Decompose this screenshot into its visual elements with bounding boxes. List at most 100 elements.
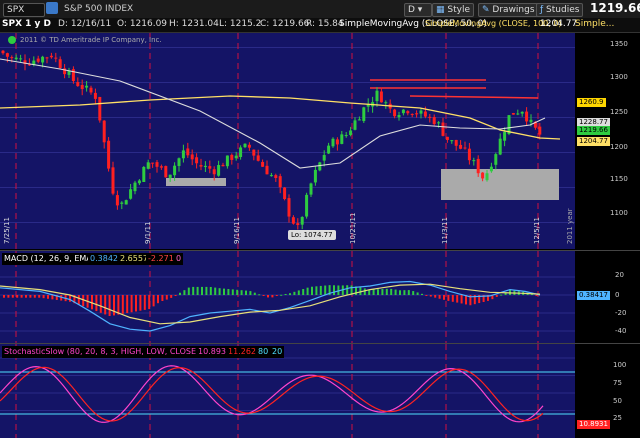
price-plot-area[interactable]: 2011 © TD Ameritrade IP Company, Inc. Lo… xyxy=(0,33,575,249)
stochastic-label: StochasticSlow (80, 20, 8, 3, HIGH, LOW,… xyxy=(2,346,224,358)
candle-body xyxy=(379,91,383,103)
macd-histogram-bar xyxy=(293,291,296,295)
macd-histogram-bar xyxy=(126,295,129,314)
stoch-overbought-value: 80 xyxy=(256,346,271,358)
y-tick: 1250 xyxy=(610,108,628,116)
macd-histogram-bar xyxy=(253,292,256,295)
studies-button[interactable]: ƒ Studies xyxy=(536,3,584,17)
macd-histogram-bar xyxy=(319,285,322,295)
macd-histogram-bar xyxy=(69,295,71,302)
symbol-description: S&P 500 INDEX xyxy=(64,4,134,14)
macd-histogram-bar xyxy=(42,295,45,299)
candle-body xyxy=(151,162,155,164)
macd-histogram-bar xyxy=(451,295,454,302)
candle-body xyxy=(181,150,185,159)
candle-body xyxy=(467,148,471,161)
candle-body xyxy=(357,119,361,121)
date-label: 7/25/11 xyxy=(3,217,11,244)
candle-body xyxy=(437,122,441,124)
y-tick: 50 xyxy=(613,397,622,405)
macd-histogram-bar xyxy=(161,295,164,301)
aggregation-dropdown[interactable]: D ▾ xyxy=(404,3,432,17)
candle-body xyxy=(208,166,212,169)
candle-body xyxy=(217,165,221,176)
macd-histogram-bar xyxy=(121,295,124,314)
macd-histogram-bar xyxy=(218,288,221,295)
macd-signal-line xyxy=(0,283,541,325)
candle-body xyxy=(441,122,445,136)
macd-histogram-bar xyxy=(157,295,159,304)
macd-histogram-bar xyxy=(130,295,133,313)
macd-histogram-bar xyxy=(297,290,300,295)
symbol-input[interactable]: SPX xyxy=(3,3,45,17)
candle-body xyxy=(300,216,304,225)
stochastic-axis[interactable]: 100 75 50 25 10.8931 xyxy=(575,344,640,438)
macd-histogram-bar xyxy=(51,295,54,300)
candle-body xyxy=(85,85,89,88)
macd-histogram-bar xyxy=(275,295,278,297)
link-icon[interactable] xyxy=(46,2,58,14)
price-panel: 2011 © TD Ameritrade IP Company, Inc. Lo… xyxy=(0,33,640,249)
candle-body xyxy=(415,113,419,115)
y-tick: 1350 xyxy=(610,40,628,48)
dropdown-label: D xyxy=(408,5,415,15)
macd-histogram-bar xyxy=(214,287,217,295)
macd-histogram-bar xyxy=(143,295,146,310)
candle-body xyxy=(538,126,542,135)
candle-body xyxy=(146,162,150,169)
macd-histogram-bar xyxy=(38,295,41,298)
macd-histogram-bar xyxy=(421,293,423,295)
stochastic-plot-area[interactable]: StochasticSlow (80, 20, 8, 3, HIGH, LOW,… xyxy=(0,344,575,438)
candle-body xyxy=(186,148,190,156)
candle-body xyxy=(432,117,436,125)
macd-histogram-bar xyxy=(407,290,410,295)
macd-histogram-bar xyxy=(95,295,98,312)
macd-histogram-bar xyxy=(399,290,401,295)
price-axis[interactable]: 1350 1300 1250 1200 1150 1100 1260.9 122… xyxy=(575,33,640,249)
macd-histogram-bar xyxy=(231,289,234,295)
stochastic-chart xyxy=(0,344,575,438)
candle-body xyxy=(291,217,295,224)
macd-histogram-bar xyxy=(280,294,283,296)
close-value: C: 1219.66 xyxy=(260,19,310,29)
date-label: 11/3/11 xyxy=(441,217,449,244)
macd-histogram-bar xyxy=(11,295,14,298)
macd-histogram-bar xyxy=(113,295,115,316)
macd-histogram-bar xyxy=(363,288,366,295)
sma-50-line xyxy=(0,58,546,169)
candle-body xyxy=(494,154,498,165)
macd-histogram-bar xyxy=(394,289,397,295)
copyright-label: 2011 © TD Ameritrade IP Company, Inc. xyxy=(20,36,162,44)
macd-plot-area[interactable]: MACD (12, 26, 9, EMA) 0.3842 2.6557 -2.2… xyxy=(0,251,575,343)
candle-body xyxy=(485,173,489,181)
macd-histogram-bar xyxy=(240,290,243,295)
candle-body xyxy=(54,57,58,59)
drawings-button[interactable]: ✎ Drawings xyxy=(478,3,539,17)
candle-body xyxy=(133,182,137,192)
candle-body xyxy=(230,154,234,160)
macd-histogram-bar xyxy=(236,289,239,295)
candle-body xyxy=(362,107,366,122)
macd-histogram-bar xyxy=(302,289,305,295)
candle-body xyxy=(225,155,229,167)
macd-histogram-bar xyxy=(179,292,181,295)
macd-histogram-bar xyxy=(227,289,230,295)
stochastic-panel: StochasticSlow (80, 20, 8, 3, HIGH, LOW,… xyxy=(0,343,640,438)
candle-body xyxy=(335,139,339,145)
timeframe-label[interactable]: SPX 1 y D xyxy=(2,19,51,29)
macd-zero-value: 0 xyxy=(174,253,184,265)
macd-histogram-bar xyxy=(324,285,327,295)
candle-body xyxy=(115,195,119,206)
date-label: 12/5/11 xyxy=(533,217,541,244)
macd-axis[interactable]: 20 0 -20 -40 0.38417 xyxy=(575,251,640,343)
year-label: 2011 year xyxy=(566,208,574,244)
candle-body xyxy=(93,92,97,99)
expand-icon[interactable] xyxy=(8,36,16,44)
candle-body xyxy=(190,154,194,160)
candle-body xyxy=(327,145,331,154)
candle-body xyxy=(393,109,397,117)
style-button[interactable]: ▦ Style xyxy=(432,3,474,17)
symbol-value: SPX xyxy=(7,5,25,15)
candle-body xyxy=(58,59,62,68)
candle-body xyxy=(397,115,401,118)
